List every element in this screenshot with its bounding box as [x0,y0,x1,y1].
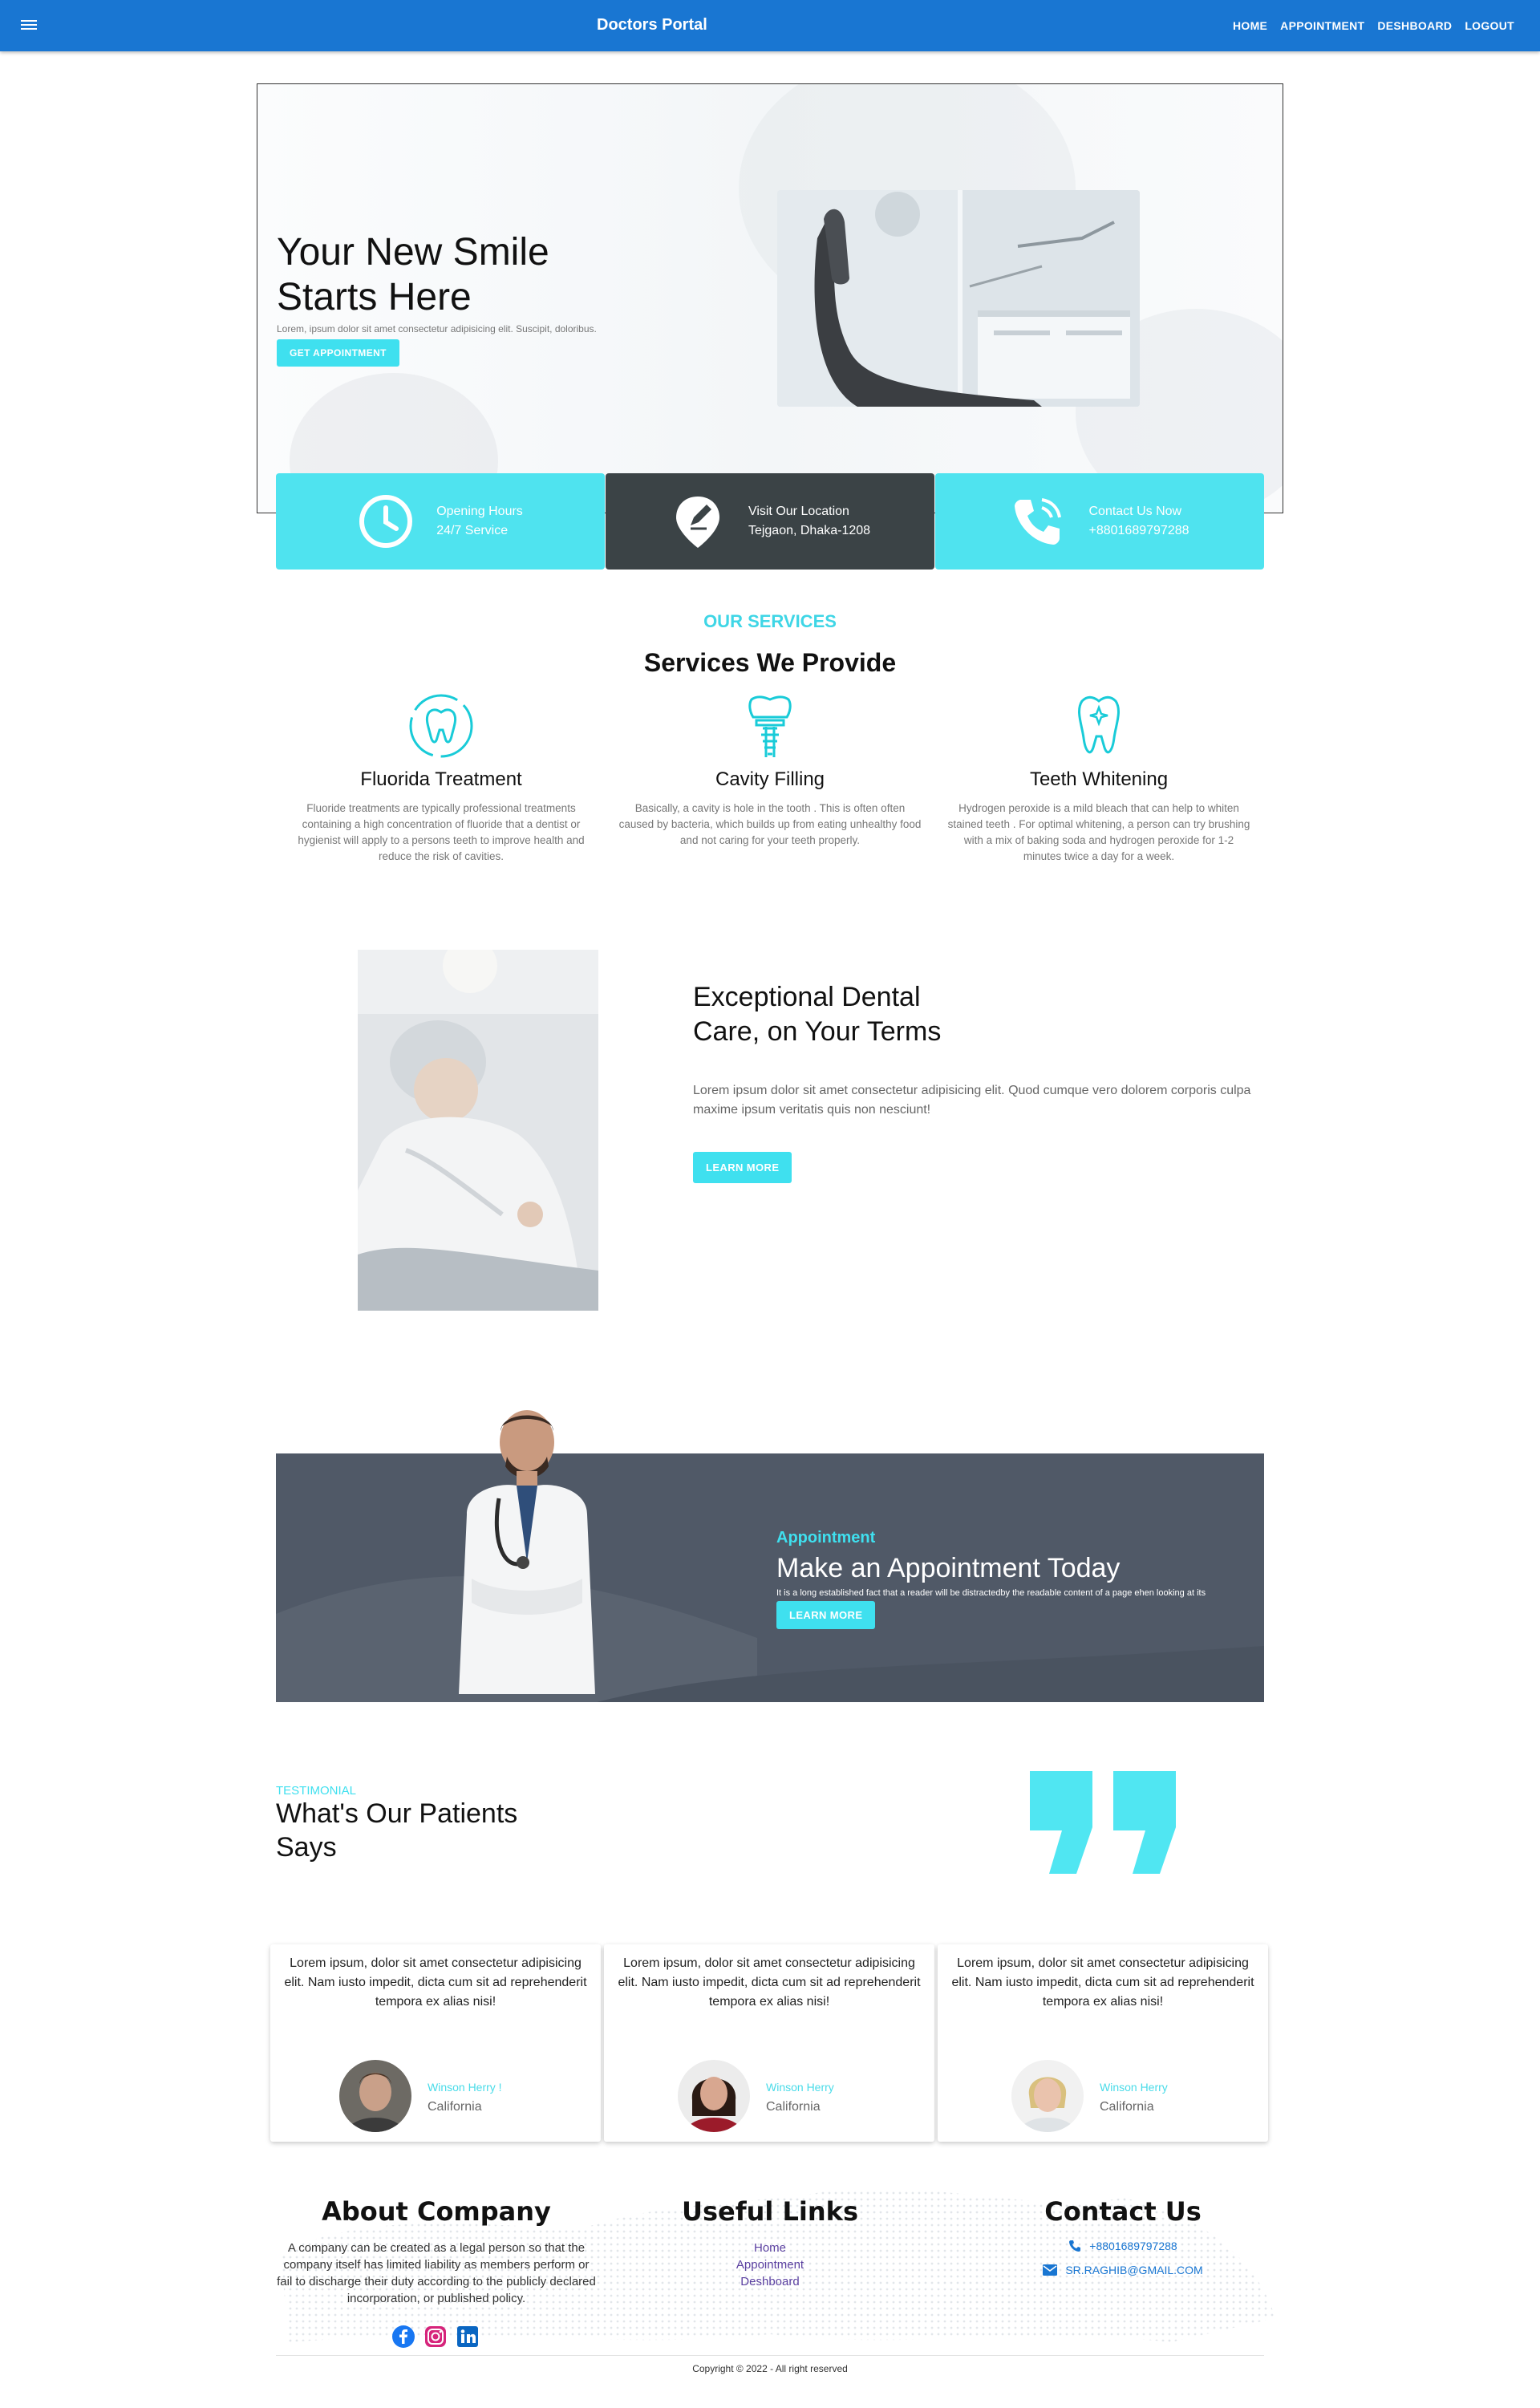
reviewer-city: California [428,2100,482,2114]
tooth-fluoride-icon [409,694,473,758]
about-company-column: About Company A company can be created a… [276,2196,597,2307]
service-text: Basically, a cavity is hole in the tooth… [618,802,922,846]
opening-hours-card: Opening Hours 24/7 Service [276,473,605,570]
hero-subtitle: Lorem, ipsum dolor sit amet consectetur … [277,323,597,334]
doctor-portrait [443,1402,611,1694]
footer-phone[interactable]: +8801689797288 [1003,2240,1243,2252]
reviewer-city: California [766,2100,821,2114]
exceptional-title: Exceptional Dental Care, on Your Terms [693,982,942,1047]
useful-links-title: Useful Links [681,2196,858,2227]
hero-title: Your New Smile Starts Here [277,231,549,318]
exceptional-text: Lorem ipsum dolor sit amet consectetur a… [693,1084,1251,1117]
footer-email[interactable]: SR.RAGHIB@GMAIL.COM [1003,2264,1243,2276]
review-text: Lorem ipsum, dolor sit amet consectetur … [951,1956,1254,2009]
appointment-learn-more-button[interactable]: LEARN MORE [776,1601,876,1629]
service-card-cavity: Cavity Filling Basically, a cavity is ho… [618,690,922,849]
tooth-implant-icon [748,695,792,757]
avatar [339,2060,411,2132]
nav-links: HOME APPOINTMENT DESHBOARD LOGOUT [1233,19,1514,32]
review-text: Lorem ipsum, dolor sit amet consectetur … [618,1956,921,2009]
nav-home-link[interactable]: HOME [1233,19,1267,32]
footer-link-appointment[interactable]: Appointment [674,2256,866,2273]
footer-link-home[interactable]: Home [674,2240,866,2256]
appointment-title: Make an Appointment Today [776,1553,1121,1583]
dental-chair-photo [777,190,1140,407]
contact-title: Contact Us [1044,2196,1202,2227]
dentist-treatment-photo [358,950,598,1311]
location-text: Visit Our Location Tejgaon, Dhaka-1208 [748,505,871,537]
about-title: About Company [322,2196,551,2227]
services-title: Services We Provide [643,648,897,677]
quote-icon [1030,1771,1176,1874]
review-text: Lorem ipsum, dolor sit amet consectetur … [284,1956,587,2009]
service-text: Fluoride treatments are typically profes… [298,802,585,862]
footer-divider [276,2355,1264,2356]
review-card: Lorem ipsum, dolor sit amet consectetur … [938,1944,1268,2142]
phone-icon [1069,2240,1081,2252]
social-links [391,2325,480,2349]
hero-banner: Your New Smile Starts Here Lorem, ipsum d… [257,83,1283,513]
service-text: Hydrogen peroxide is a mild bleach that … [947,802,1250,862]
review-card: Lorem ipsum, dolor sit amet consectetur … [604,1944,934,2142]
location-card: Visit Our Location Tejgaon, Dhaka-1208 [606,473,934,570]
service-title: Cavity Filling [715,768,825,790]
footer-link-dashboard[interactable]: Deshboard [674,2273,866,2290]
site-footer: About Company A company can be created a… [257,2166,1283,2406]
reviewer-name: Winson Herry [766,2081,834,2094]
appointment-banner: Appointment Make an Appointment Today It… [276,1453,1264,1702]
opening-hours-text: Opening Hours 24/7 Service [436,505,523,537]
learn-more-button[interactable]: LEARN MORE [693,1152,792,1183]
service-title: Teeth Whitening [1029,768,1169,790]
reviewer-name: Winson Herry ! [428,2081,502,2094]
avatar [678,2060,750,2132]
contact-text: Contact Us Now +8801689797288 [1088,505,1189,537]
service-title: Fluorida Treatment [360,768,522,790]
brand-title[interactable]: Doctors Portal [597,16,707,34]
top-navbar: Doctors Portal HOME APPOINTMENT DESHBOAR… [0,0,1540,51]
clock-icon [359,495,413,548]
avatar [1011,2060,1084,2132]
service-card-fluoride: Fluorida Treatment Fluoride treatments a… [289,690,594,865]
nav-appointment-link[interactable]: APPOINTMENT [1280,19,1364,32]
hamburger-menu-icon[interactable] [21,18,37,34]
contact-card: Contact Us Now +8801689797288 [935,473,1264,570]
about-text: A company can be created as a legal pers… [277,2241,596,2305]
tooth-sparkle-icon [1078,695,1120,754]
appointment-text: It is a long established fact that a rea… [776,1588,1206,1598]
linkedin-icon[interactable] [456,2325,480,2349]
testimonial-title: What's Our Patients Says [276,1798,518,1863]
testimonial-kicker: TESTIMONIAL [276,1784,357,1798]
nav-dashboard-link[interactable]: DESHBOARD [1377,19,1452,32]
appointment-kicker: Appointment [776,1529,876,1547]
get-appointment-button[interactable]: GET APPOINTMENT [277,339,399,367]
review-card: Lorem ipsum, dolor sit amet consectetur … [270,1944,601,2142]
location-icon [675,497,719,548]
nav-logout-link[interactable]: LOGOUT [1465,19,1514,32]
contact-us-column: Contact Us +8801689797288 SR.RAGHIB@GMAI… [1003,2196,1243,2276]
instagram-icon[interactable] [424,2325,448,2349]
facebook-icon[interactable] [391,2325,415,2349]
services-kicker: OUR SERVICES [703,611,837,631]
reviewer-city: California [1100,2100,1154,2114]
copyright-text: Copyright © 2022 - All right reserved [692,2363,848,2374]
email-icon [1043,2264,1058,2276]
service-card-whitening: Teeth Whitening Hydrogen peroxide is a m… [946,690,1251,865]
reviewer-name: Winson Herry [1100,2081,1168,2094]
useful-links-column: Useful Links Home Appointment Deshboard [674,2196,866,2290]
phone-icon [1015,498,1062,545]
